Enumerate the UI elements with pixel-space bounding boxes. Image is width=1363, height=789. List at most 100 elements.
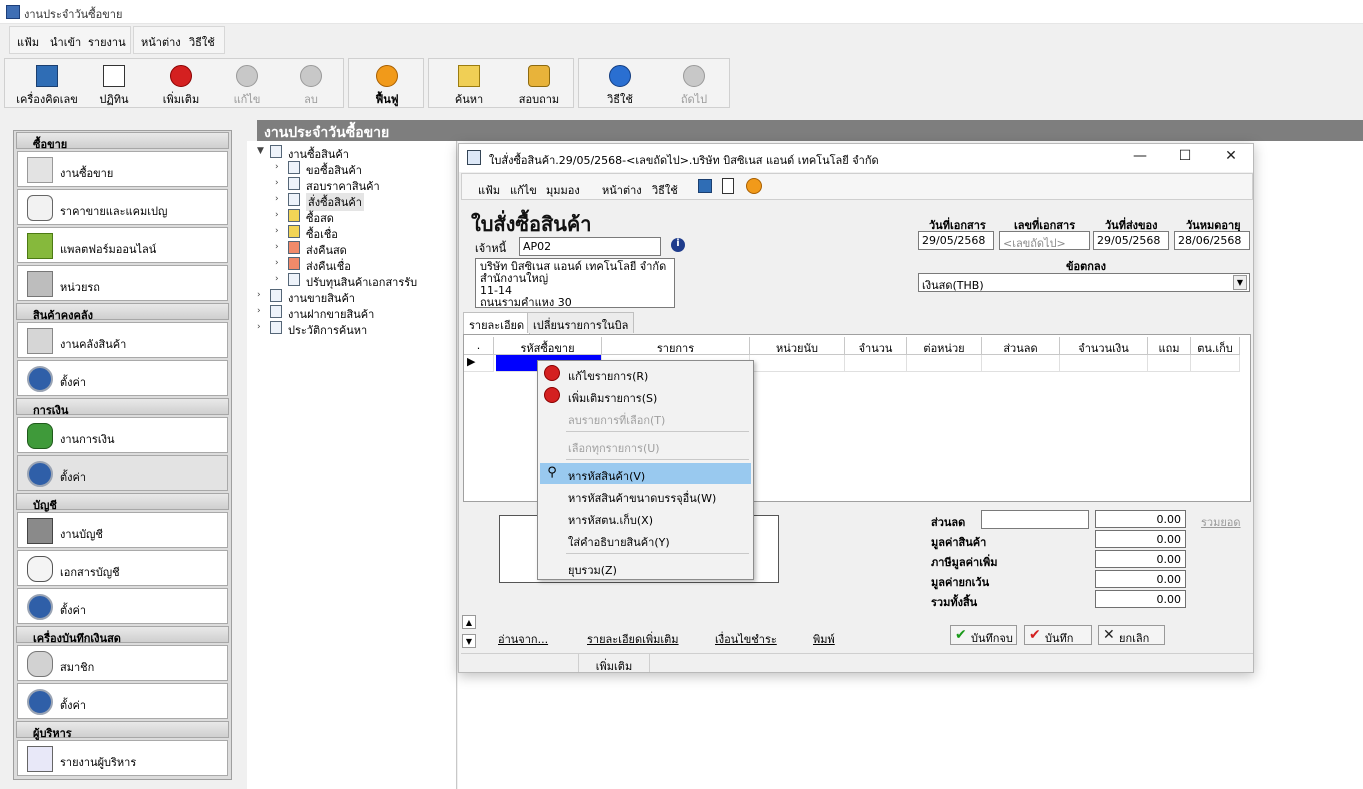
grid-cell-qty[interactable] [845, 355, 907, 372]
close-icon[interactable]: ✕ [1221, 148, 1241, 168]
cancel-button[interactable]: ✕ ยกเลิก [1098, 625, 1165, 645]
menu-item-delete-selected[interactable]: ลบรายการที่เลือก(T) [540, 407, 751, 428]
grid-cell-amount[interactable] [1060, 355, 1148, 372]
calculator-button[interactable]: เครื่องคิดเลข [9, 59, 85, 107]
sidebar-item-finance-work[interactable]: งานการเงิน [17, 417, 228, 453]
inquiry-button[interactable]: สอบถาม [507, 59, 571, 107]
chevron-down-icon[interactable]: ▼ [1233, 275, 1247, 290]
sidebar-item-warehouse[interactable]: งานคลังสินค้า [17, 322, 228, 358]
sidebar-item-accounting-work[interactable]: งานบัญชี [17, 512, 228, 548]
save-close-button[interactable]: ✔ บันทึกจบ [950, 625, 1017, 645]
grid-cell-free[interactable] [1148, 355, 1191, 372]
payment-terms-link[interactable]: เงื่อนไขชำระ [715, 630, 777, 648]
discount-label: ส่วนลด [931, 516, 966, 529]
next-button[interactable]: ถัดไป [661, 59, 727, 107]
grid-header-unit-price[interactable]: ต่อหน่วย [907, 337, 982, 355]
sidebar-section-finance[interactable]: การเงิน [16, 398, 229, 417]
menu-item-find-storage[interactable]: หารหัสตน.เก็บ(X) [540, 507, 751, 528]
sidebar-section-cash-register[interactable]: เครื่องบันทึกเงินสด [16, 626, 229, 645]
print-link[interactable]: พิมพ์ [813, 630, 835, 648]
menu-item-merge[interactable]: ยุบรวม(Z) [540, 557, 751, 578]
grid-header-qty[interactable]: จำนวน [845, 337, 907, 355]
dialog-menu-view[interactable]: มุมมอง [546, 181, 580, 199]
terms-select[interactable]: เงินสด(THB) ▼ [918, 273, 1250, 292]
dialog-menu-help[interactable]: วิธีใช้ [652, 181, 678, 199]
sidebar-item-price-campaign[interactable]: ราคาขายและแคมเปญ [17, 189, 228, 225]
read-from-link[interactable]: อ่านจาก... [498, 630, 548, 648]
sidebar-item-accounting-settings[interactable]: ตั้งค่า [17, 588, 228, 624]
tab-change-items[interactable]: เปลี่ยนรายการในบิล [527, 312, 635, 333]
doc-no-field[interactable]: <เลขถัดไป> [999, 231, 1090, 250]
vat-value: 0.00 [1095, 550, 1186, 568]
total-link[interactable]: รวมยอด [1201, 513, 1241, 531]
menu-help[interactable]: วิธีใช้ [189, 33, 215, 51]
delivery-date-field[interactable]: 29/05/2568 [1093, 231, 1169, 250]
grid-cell-discount[interactable] [982, 355, 1060, 372]
doc-date-field[interactable]: 29/05/2568 [918, 231, 994, 250]
menu-item-edit[interactable]: แก้ไขรายการ(R) [540, 363, 751, 384]
sidebar-item-inventory-settings[interactable]: ตั้งค่า [17, 360, 228, 396]
menu-import[interactable]: นำเข้า [50, 33, 81, 51]
main-header: งานประจำวันซื้อขาย [257, 120, 1363, 141]
grid-header-amount[interactable]: จำนวนเงิน [1060, 337, 1148, 355]
sidebar-item-accounting-docs[interactable]: เอกสารบัญชี [17, 550, 228, 586]
add-button[interactable]: เพิ่มเติม [151, 59, 211, 107]
dialog-title: ใบสั่งซื้อสินค้า.29/05/2568-<เลขถัดไป>.บ… [489, 154, 879, 167]
grid-header-storage[interactable]: ตน.เก็บ [1191, 337, 1240, 355]
help-button[interactable]: วิธีใช้ [587, 59, 653, 107]
sidebar-item-trading-work[interactable]: งานซื้อขาย [17, 151, 228, 187]
grid-header-free[interactable]: แถม [1148, 337, 1191, 355]
discount-field[interactable] [981, 510, 1089, 529]
sidebar-item-executive-report[interactable]: รายงานผู้บริหาร [17, 740, 228, 776]
dialog-menu-edit[interactable]: แก้ไข [510, 181, 537, 199]
grid-cell-unit[interactable] [750, 355, 845, 372]
sidebar-section-executive[interactable]: ผู้บริหาร [16, 721, 229, 740]
grid-cell-storage[interactable] [1191, 355, 1240, 372]
grid-header-discount[interactable]: ส่วนลด [982, 337, 1060, 355]
search-button[interactable]: ค้นหา [439, 59, 499, 107]
sidebar-item-online-platform[interactable]: แพลตฟอร์มออนไลน์ [17, 227, 228, 263]
sidebar-item-cash-settings[interactable]: ตั้งค่า [17, 683, 228, 719]
creditor-field[interactable]: AP02 [519, 237, 661, 256]
menu-window[interactable]: หน้าต่าง [141, 33, 181, 51]
minimize-icon[interactable]: — [1130, 148, 1150, 168]
menu-item-select-all[interactable]: เลือกทุกรายการ(U) [540, 435, 751, 456]
menu-file[interactable]: แฟ้ม [17, 33, 39, 51]
menu-item-find-product[interactable]: ⚲ หารหัสสินค้า(V) [540, 463, 751, 484]
edit-button[interactable]: แก้ไข [217, 59, 277, 107]
grid-header-unit[interactable]: หน่วยนับ [750, 337, 845, 355]
sidebar-section-inventory[interactable]: สินค้าคงคลัง [16, 303, 229, 322]
grid-cell-unit-price[interactable] [907, 355, 982, 372]
save-button[interactable]: ✔ บันทึก [1024, 625, 1092, 645]
dialog-menubar: แฟ้ม แก้ไข มุมมอง หน้าต่าง วิธีใช้ [461, 173, 1253, 200]
document-icon [288, 273, 300, 286]
info-icon[interactable]: i [671, 238, 685, 252]
menu-report[interactable]: รายงาน [88, 33, 126, 51]
dialog-menu-file[interactable]: แฟ้ม [478, 181, 500, 199]
tab-details[interactable]: รายละเอียด [463, 312, 531, 334]
more-details-link[interactable]: รายละเอียดเพิ่มเติม [587, 630, 679, 648]
grid-header-code[interactable]: รหัสซื้อขาย [494, 337, 602, 355]
restore-icon[interactable] [746, 178, 762, 194]
dialog-menu-window[interactable]: หน้าต่าง [602, 181, 642, 199]
scroll-up-icon[interactable]: ▲ [462, 615, 476, 629]
maximize-icon[interactable]: ☐ [1175, 148, 1195, 168]
sidebar-section-trading[interactable]: ซื้อขาย [16, 132, 229, 151]
sidebar-item-vehicle-unit[interactable]: หน่วยรถ [17, 265, 228, 301]
expire-date-field[interactable]: 28/06/2568 [1174, 231, 1250, 250]
calculator-icon[interactable] [698, 179, 712, 193]
menu-item-find-pack-size[interactable]: หารหัสสินค้าขนาดบรรจุอื่น(W) [540, 485, 751, 506]
restore-button[interactable]: ฟื้นฟู [357, 59, 417, 107]
calendar-icon [103, 65, 125, 87]
grid-header-item[interactable]: รายการ [602, 337, 750, 355]
menu-item-description[interactable]: ใส่คำอธิบายสินค้า(Y) [540, 529, 751, 550]
sidebar-item-finance-settings[interactable]: ตั้งค่า [17, 455, 228, 491]
sidebar-item-members[interactable]: สมาชิก [17, 645, 228, 681]
calendar-button[interactable]: ปฏิทิน [85, 59, 143, 107]
calendar-icon[interactable] [722, 178, 734, 194]
status-mode: เพิ่มเติม [578, 654, 650, 673]
menu-item-add[interactable]: เพิ่มเติมรายการ(S) [540, 385, 751, 406]
delete-button[interactable]: ลบ [281, 59, 341, 107]
scroll-down-icon[interactable]: ▼ [462, 634, 476, 648]
sidebar-section-accounting[interactable]: บัญชี [16, 493, 229, 512]
